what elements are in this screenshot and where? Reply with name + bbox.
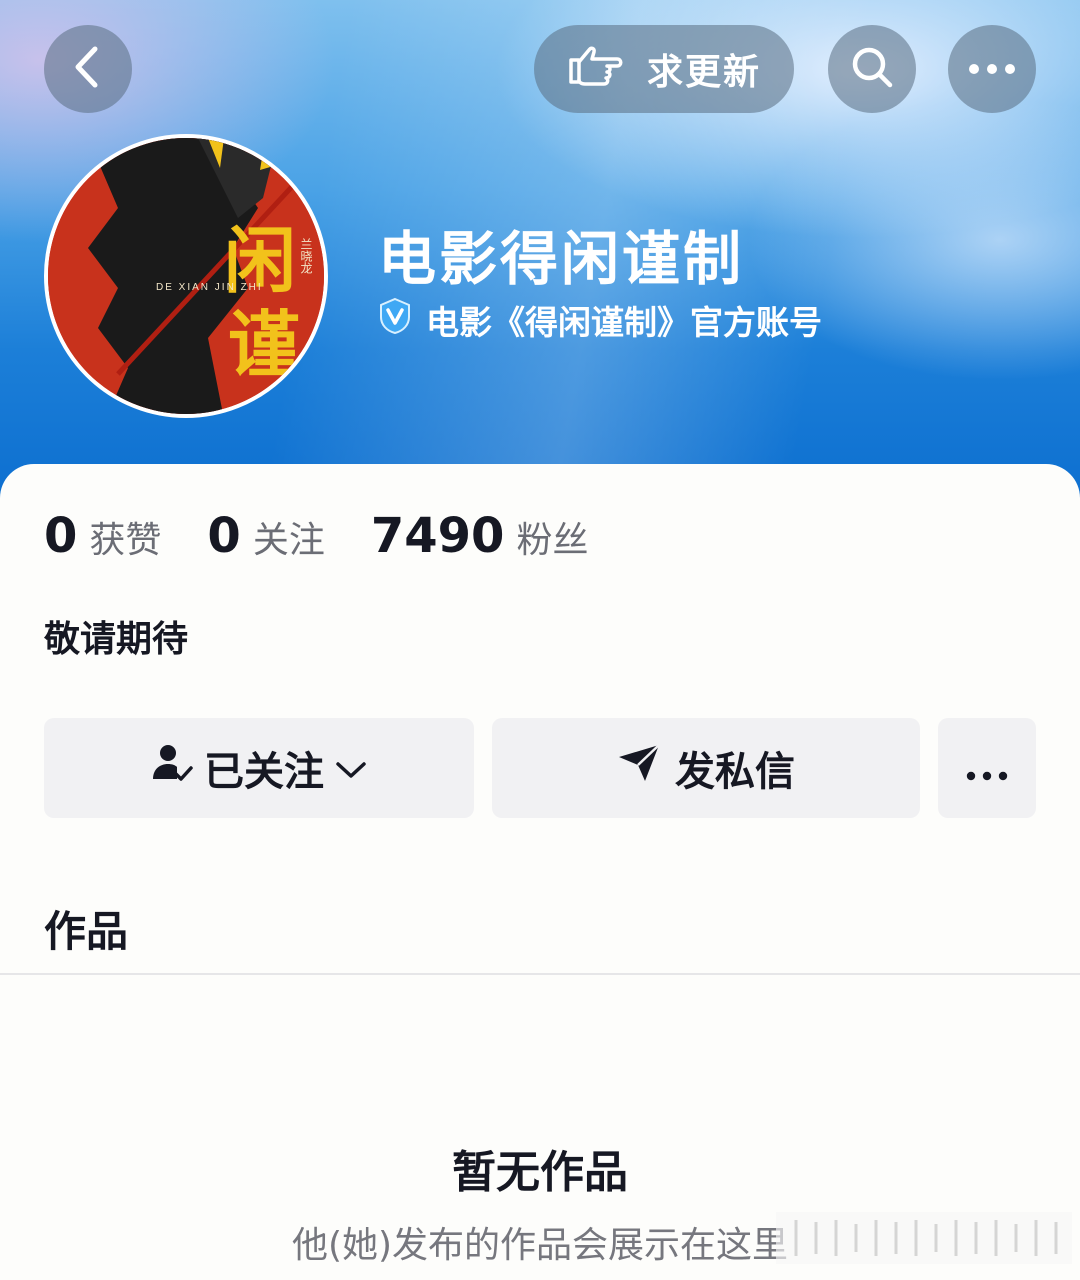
more-actions-button[interactable] (938, 718, 1036, 818)
stat-following-value: 0 (207, 508, 241, 564)
pointing-hand-icon (567, 42, 625, 97)
chevron-down-icon (334, 745, 368, 791)
more-options-button[interactable] (948, 25, 1036, 113)
verified-v-icon (376, 297, 414, 343)
stat-following-label: 关注 (252, 520, 325, 561)
stat-followers-value: 7490 (370, 508, 505, 564)
more-dots-icon (968, 60, 1016, 79)
avatar[interactable]: 闲 谨 DE XIAN JIN ZHI 兰晓龙 (44, 134, 328, 418)
profile-card: 0 获赞 0 关注 7490 粉丝 敬请期待 已关注 发私信 作品 暂无作品 他… (0, 464, 1080, 1280)
stats-row: 0 获赞 0 关注 7490 粉丝 (44, 508, 634, 564)
chevron-left-icon (68, 45, 108, 93)
send-message-button[interactable]: 发私信 (492, 718, 920, 818)
more-dots-icon (966, 745, 1008, 791)
send-message-label: 发私信 (675, 749, 795, 795)
back-button[interactable] (44, 25, 132, 113)
stat-likes-label: 获赞 (89, 520, 162, 561)
followed-button[interactable]: 已关注 (44, 718, 474, 818)
stat-likes-value: 0 (44, 508, 78, 564)
search-button[interactable] (828, 25, 916, 113)
tab-divider (0, 973, 1080, 975)
urge-update-label: 求更新 (646, 52, 761, 93)
empty-state-title: 暂无作品 (452, 1147, 628, 1198)
profile-name: 电影得闲谨制 (378, 225, 745, 293)
stat-likes[interactable]: 0 获赞 (44, 508, 161, 564)
profile-page: 求更新 闲 谨 DE XIAN JIN ZHI 兰晓龙 电影得闲谨制 电影《得闲… (0, 0, 1080, 1280)
watermark-image (776, 1212, 1072, 1264)
user-check-icon (150, 741, 194, 795)
stat-followers[interactable]: 7490 粉丝 (371, 508, 589, 564)
urge-update-button[interactable]: 求更新 (534, 25, 794, 113)
poster-cast: 兰晓龙 (299, 238, 313, 274)
stat-following[interactable]: 0 关注 (207, 508, 324, 564)
poster-pinyin: DE XIAN JIN ZHI (156, 282, 263, 293)
search-icon (849, 44, 895, 94)
verification-row: 电影《得闲谨制》官方账号 (376, 296, 822, 344)
profile-bio: 敬请期待 (44, 619, 189, 660)
verification-text: 电影《得闲谨制》官方账号 (426, 303, 822, 342)
tab-works[interactable]: 作品 (44, 898, 128, 959)
stat-followers-label: 粉丝 (516, 520, 589, 561)
followed-label: 已关注 (204, 749, 324, 795)
send-icon (617, 743, 661, 793)
movie-poster-image: 闲 谨 DE XIAN JIN ZHI 兰晓龙 (48, 138, 324, 414)
